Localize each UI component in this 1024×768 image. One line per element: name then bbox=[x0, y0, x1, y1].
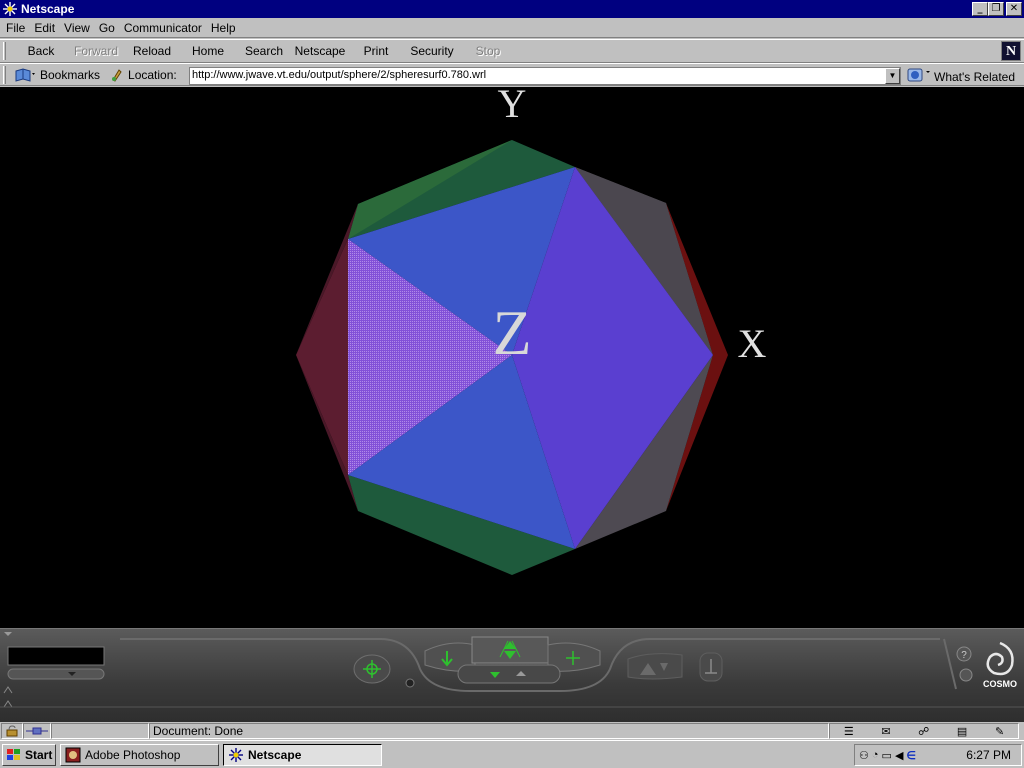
status-text-cell: Document: Done bbox=[149, 723, 829, 739]
face-maroon-left bbox=[296, 239, 348, 475]
composer-icon[interactable]: ✎ bbox=[995, 725, 1004, 738]
security-lock-icon bbox=[6, 725, 18, 737]
undo-move-button[interactable] bbox=[627, 653, 683, 680]
nav-lower-pill bbox=[457, 664, 561, 684]
start-button[interactable]: Start bbox=[2, 743, 56, 766]
window-title: Netscape bbox=[21, 2, 75, 16]
task-netscape[interactable]: Netscape bbox=[223, 743, 382, 766]
bookmarks-icon[interactable] bbox=[14, 67, 36, 83]
menu-file[interactable]: File bbox=[6, 21, 25, 35]
print-button[interactable]: Print bbox=[348, 44, 404, 58]
netscape-app-icon[interactable] bbox=[2, 1, 18, 17]
netscape-button[interactable]: Netscape bbox=[292, 44, 348, 58]
url-text: http://www.jwave.vt.edu/output/sphere/2/… bbox=[192, 69, 487, 81]
axis-label-x: X bbox=[738, 321, 767, 366]
polyhedron-scene[interactable]: Y X Z bbox=[0, 87, 1024, 628]
location-toolbar: Bookmarks Location: http://www.jwave.vt.… bbox=[0, 63, 1024, 86]
page-proxy-icon[interactable] bbox=[110, 68, 124, 82]
axis-label-z: Z bbox=[492, 297, 531, 368]
menu-help[interactable]: Help bbox=[211, 21, 236, 35]
home-button[interactable]: Home bbox=[180, 44, 236, 58]
status-text: Document: Done bbox=[153, 724, 244, 738]
url-dropdown-button[interactable]: ▼ bbox=[885, 68, 900, 84]
whats-related-button[interactable]: What's Related bbox=[906, 67, 1015, 86]
cosmo-brand: COSMO bbox=[983, 679, 1017, 689]
preferences-button[interactable] bbox=[959, 668, 973, 682]
tray-app-icon[interactable]: ∈ bbox=[906, 749, 916, 762]
status-security-cell[interactable] bbox=[1, 723, 23, 739]
restore-button[interactable]: ❐ bbox=[988, 2, 1004, 16]
component-bar: ☰ ✉ ☍ ▤ ✎ bbox=[829, 723, 1019, 739]
location-label: Location: bbox=[128, 67, 177, 82]
system-tray: ⚇ ◔ ▭ ◀ ∈ 6:27 PM bbox=[854, 744, 1022, 766]
clock[interactable]: 6:27 PM bbox=[966, 748, 1011, 762]
windows-logo-icon bbox=[7, 748, 20, 760]
start-label: Start bbox=[25, 747, 53, 762]
toolbar-grip[interactable] bbox=[3, 42, 6, 60]
title-bar[interactable]: Netscape _ ❐ ✕ bbox=[0, 0, 1024, 18]
minimize-button[interactable]: _ bbox=[972, 2, 988, 16]
task-adobe-photoshop[interactable]: Adobe Photoshop bbox=[60, 743, 219, 766]
status-connection-cell[interactable] bbox=[23, 723, 51, 739]
viewpoint-display[interactable] bbox=[7, 646, 105, 666]
search-button[interactable]: Search bbox=[236, 44, 292, 58]
navigation-toolbar: Back Forward Reload Home Search Netscape… bbox=[0, 39, 1024, 63]
netscape-task-icon bbox=[229, 747, 243, 762]
bookmarks-label[interactable]: Bookmarks bbox=[40, 68, 100, 82]
tray-display-icon[interactable]: ▭ bbox=[882, 749, 892, 762]
menu-bar: File Edit View Go Communicator Help bbox=[0, 18, 1024, 38]
status-bar: Document: Done ☰ ✉ ☍ ▤ ✎ bbox=[0, 722, 1024, 740]
location-grip[interactable] bbox=[3, 65, 6, 84]
status-progress-cell bbox=[51, 723, 149, 739]
cosmo-logo-icon bbox=[986, 641, 1014, 676]
tray-volume-icon[interactable]: ◀ bbox=[895, 749, 903, 762]
menu-communicator[interactable]: Communicator bbox=[124, 21, 202, 35]
security-button[interactable]: Security bbox=[404, 44, 460, 58]
close-button[interactable]: ✕ bbox=[1006, 2, 1022, 16]
taskbar: Start Adobe Photoshop Netscape ⚇ ◔ ▭ ◀ ∈… bbox=[0, 740, 1024, 768]
inbox-icon[interactable]: ✉ bbox=[881, 725, 890, 738]
url-input[interactable]: http://www.jwave.vt.edu/output/sphere/2/… bbox=[189, 67, 901, 85]
cosmo-console: ? COSMO bbox=[0, 628, 1024, 722]
netscape-logo-icon[interactable]: N bbox=[1001, 41, 1021, 61]
stop-button[interactable]: Stop bbox=[460, 44, 516, 58]
tray-network-icon[interactable]: ⚇ bbox=[859, 749, 869, 762]
menu-edit[interactable]: Edit bbox=[34, 21, 55, 35]
connection-plug-icon bbox=[26, 727, 48, 735]
forward-button[interactable]: Forward bbox=[68, 44, 124, 58]
menu-go[interactable]: Go bbox=[99, 21, 115, 35]
address-book-icon[interactable]: ▤ bbox=[957, 725, 967, 738]
menu-view[interactable]: View bbox=[64, 21, 90, 35]
task-label-netscape: Netscape bbox=[248, 747, 302, 762]
back-button[interactable]: Back bbox=[14, 44, 68, 58]
tray-scheduler-icon[interactable]: ◔ bbox=[872, 749, 879, 761]
task-label-photoshop: Adobe Photoshop bbox=[85, 747, 181, 762]
axis-label-y: Y bbox=[498, 87, 527, 126]
whats-related-label: What's Related bbox=[934, 69, 1015, 84]
console-dot[interactable] bbox=[405, 678, 415, 688]
reload-button[interactable]: Reload bbox=[124, 44, 180, 58]
console-collapse-icon[interactable] bbox=[4, 632, 12, 636]
photoshop-icon bbox=[65, 747, 81, 762]
discussions-icon[interactable]: ☍ bbox=[918, 725, 929, 738]
viewpoint-dropdown[interactable] bbox=[7, 668, 105, 680]
whats-related-icon bbox=[906, 67, 932, 86]
navigator-icon[interactable]: ☰ bbox=[844, 725, 854, 738]
vrml-viewport[interactable]: Y X Z bbox=[0, 87, 1024, 628]
help-label: ? bbox=[961, 650, 967, 661]
walk-button[interactable] bbox=[471, 636, 549, 664]
